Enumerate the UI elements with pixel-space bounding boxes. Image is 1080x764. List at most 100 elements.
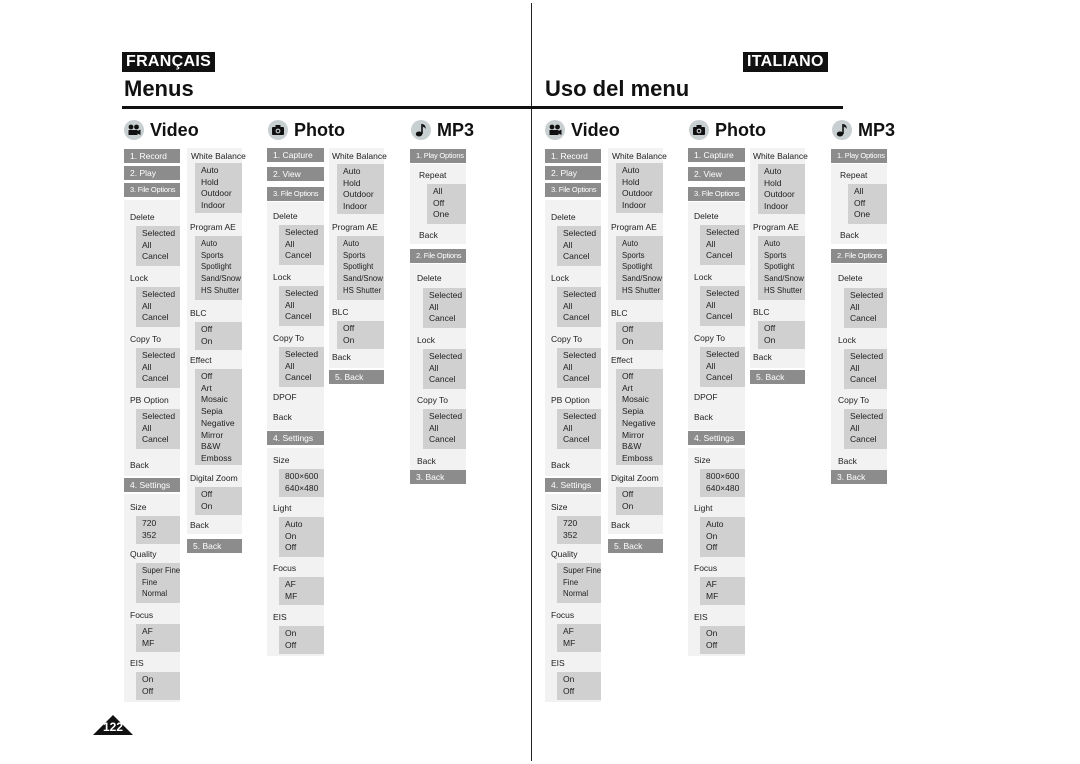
video-effect-options-option[interactable]: Art [201,383,242,395]
photo-ae-options-option[interactable]: Sports [343,250,384,262]
photo-eis-options-option[interactable]: On [706,628,745,640]
photo-settings-button[interactable]: 4. Settings [688,431,745,446]
video-effect-options-option[interactable]: Art [622,383,663,395]
video-delete-options-option[interactable]: All [563,240,601,252]
video-pb-options-option[interactable]: All [563,423,601,435]
video-settings-button[interactable]: 4. Settings [545,478,601,493]
photo-wb-options-option[interactable]: Auto [343,166,384,178]
video-quality-options-option[interactable]: Normal [563,588,601,600]
photo-ae-options-option[interactable]: Spotlight [764,261,805,273]
photo-copy-options-option[interactable]: All [285,361,324,373]
video-copy-options-option[interactable]: All [563,362,601,374]
video-effect-options-option[interactable]: B&W [622,441,663,453]
photo-ae-options-option[interactable]: Auto [343,238,384,250]
mp3-lock-options-option[interactable]: Cancel [429,374,466,386]
video-dz-options-option[interactable]: Off [622,489,663,501]
photo-eis-options-option[interactable]: Off [285,640,324,652]
video-eis-options-option[interactable]: Off [142,686,180,698]
mp3-delete-options-option[interactable]: Selected [429,290,466,302]
photo-light-options-option[interactable]: Off [706,542,745,554]
mp3-repeat-options-option[interactable]: All [854,186,887,198]
video-pb-options-option[interactable]: Selected [142,411,180,423]
photo-focus-options-option[interactable]: AF [285,579,324,591]
video-effect-options-option[interactable]: Mirror [201,430,242,442]
video-back5-button[interactable]: 5. Back [187,539,242,554]
photo-focus-options-option[interactable]: AF [706,579,745,591]
video-dz-options-option[interactable]: On [622,501,663,513]
video-wb-options-option[interactable]: Indoor [622,200,663,212]
video-copy-options-option[interactable]: Selected [142,350,180,362]
photo-file-options-button[interactable]: 3. File Options [688,187,745,202]
video-wb-options-option[interactable]: Hold [201,177,242,189]
video-copy-options-option[interactable]: Cancel [563,373,601,385]
video-file-options-button[interactable]: 3. File Options [124,183,180,198]
video-effect-options-option[interactable]: Negative [201,418,242,430]
photo-wb-options-option[interactable]: Outdoor [343,189,384,201]
photo-blc-options-option[interactable]: Off [764,323,805,335]
mp3-copy-options-option[interactable]: Cancel [850,434,887,446]
video-settings-button[interactable]: 4. Settings [124,478,180,493]
photo-back5-button[interactable]: 5. Back [750,370,805,385]
mp3-delete-options-option[interactable]: Cancel [429,313,466,325]
video-wb-options-option[interactable]: Outdoor [622,188,663,200]
mp3-repeat-options-option[interactable]: Off [854,198,887,210]
photo-wb-options-option[interactable]: Indoor [343,201,384,213]
video-ae-options-option[interactable]: Sand/Snow [201,273,242,285]
photo-light-options-option[interactable]: Off [285,542,324,554]
video-size-options-option[interactable]: 720 [142,518,180,530]
mp3-lock-options-option[interactable]: Selected [429,351,466,363]
photo-copy-options-option[interactable]: Cancel [285,372,324,384]
video-play-button[interactable]: 2. Play [545,166,601,181]
mp3-back3-button[interactable]: 3. Back [831,470,887,485]
video-quality-options-option[interactable]: Normal [142,588,180,600]
video-lock-options-option[interactable]: All [563,301,601,313]
video-ae-options-option[interactable]: HS Shutter [201,285,242,297]
video-ae-options-option[interactable]: Sports [201,250,242,262]
video-focus-options-option[interactable]: MF [142,638,180,650]
photo-capture-button[interactable]: 1. Capture [267,148,324,163]
mp3-delete-options-option[interactable]: All [850,302,887,314]
mp3-file-options-button[interactable]: 2. File Options [410,249,466,264]
video-blc-options-option[interactable]: On [622,336,663,348]
video-ae-options-option[interactable]: Spotlight [201,261,242,273]
photo-blc-options-option[interactable]: On [764,335,805,347]
video-wb-options-option[interactable]: Auto [622,165,663,177]
photo-back5-button[interactable]: 5. Back [329,370,384,385]
photo-eis-options-option[interactable]: Off [706,640,745,652]
mp3-repeat-options-option[interactable]: Off [433,198,466,210]
mp3-file-options-button[interactable]: 2. File Options [831,249,887,264]
photo-wb-options-option[interactable]: Outdoor [764,189,805,201]
video-lock-options-option[interactable]: All [142,301,180,313]
photo-view-button[interactable]: 2. View [267,167,324,182]
photo-wb-options-option[interactable]: Hold [343,178,384,190]
video-copy-options-option[interactable]: All [142,362,180,374]
video-lock-options-option[interactable]: Cancel [563,312,601,324]
video-delete-options-option[interactable]: Selected [563,228,601,240]
photo-ae-options-option[interactable]: Auto [764,238,805,250]
mp3-copy-options-option[interactable]: All [850,423,887,435]
mp3-repeat-options-option[interactable]: One [854,209,887,221]
photo-ae-options-option[interactable]: HS Shutter [764,285,805,297]
photo-ae-options-option[interactable]: Sand/Snow [764,273,805,285]
photo-size-options-option[interactable]: 640×480 [706,483,745,495]
video-eis-options-option[interactable]: On [142,674,180,686]
photo-settings-button[interactable]: 4. Settings [267,431,324,446]
video-pb-options-option[interactable]: Selected [563,411,601,423]
video-record-button[interactable]: 1. Record [545,149,601,164]
photo-copy-options-option[interactable]: All [706,361,745,373]
photo-copy-options-option[interactable]: Selected [706,349,745,361]
video-wb-options-option[interactable]: Outdoor [201,188,242,200]
mp3-copy-options-option[interactable]: Selected [850,411,887,423]
video-dz-options-option[interactable]: Off [201,489,242,501]
video-record-button[interactable]: 1. Record [124,149,180,164]
photo-delete-options-option[interactable]: All [285,239,324,251]
video-effect-options-option[interactable]: Mosaic [201,394,242,406]
photo-lock-options-option[interactable]: Cancel [706,311,745,323]
photo-wb-options-option[interactable]: Indoor [764,201,805,213]
video-size-options-option[interactable]: 352 [563,530,601,542]
video-ae-options-option[interactable]: Sports [622,250,663,262]
mp3-lock-options-option[interactable]: Selected [850,351,887,363]
photo-ae-options-option[interactable]: Spotlight [343,261,384,273]
video-effect-options-option[interactable]: Off [201,371,242,383]
photo-lock-options-option[interactable]: All [285,300,324,312]
